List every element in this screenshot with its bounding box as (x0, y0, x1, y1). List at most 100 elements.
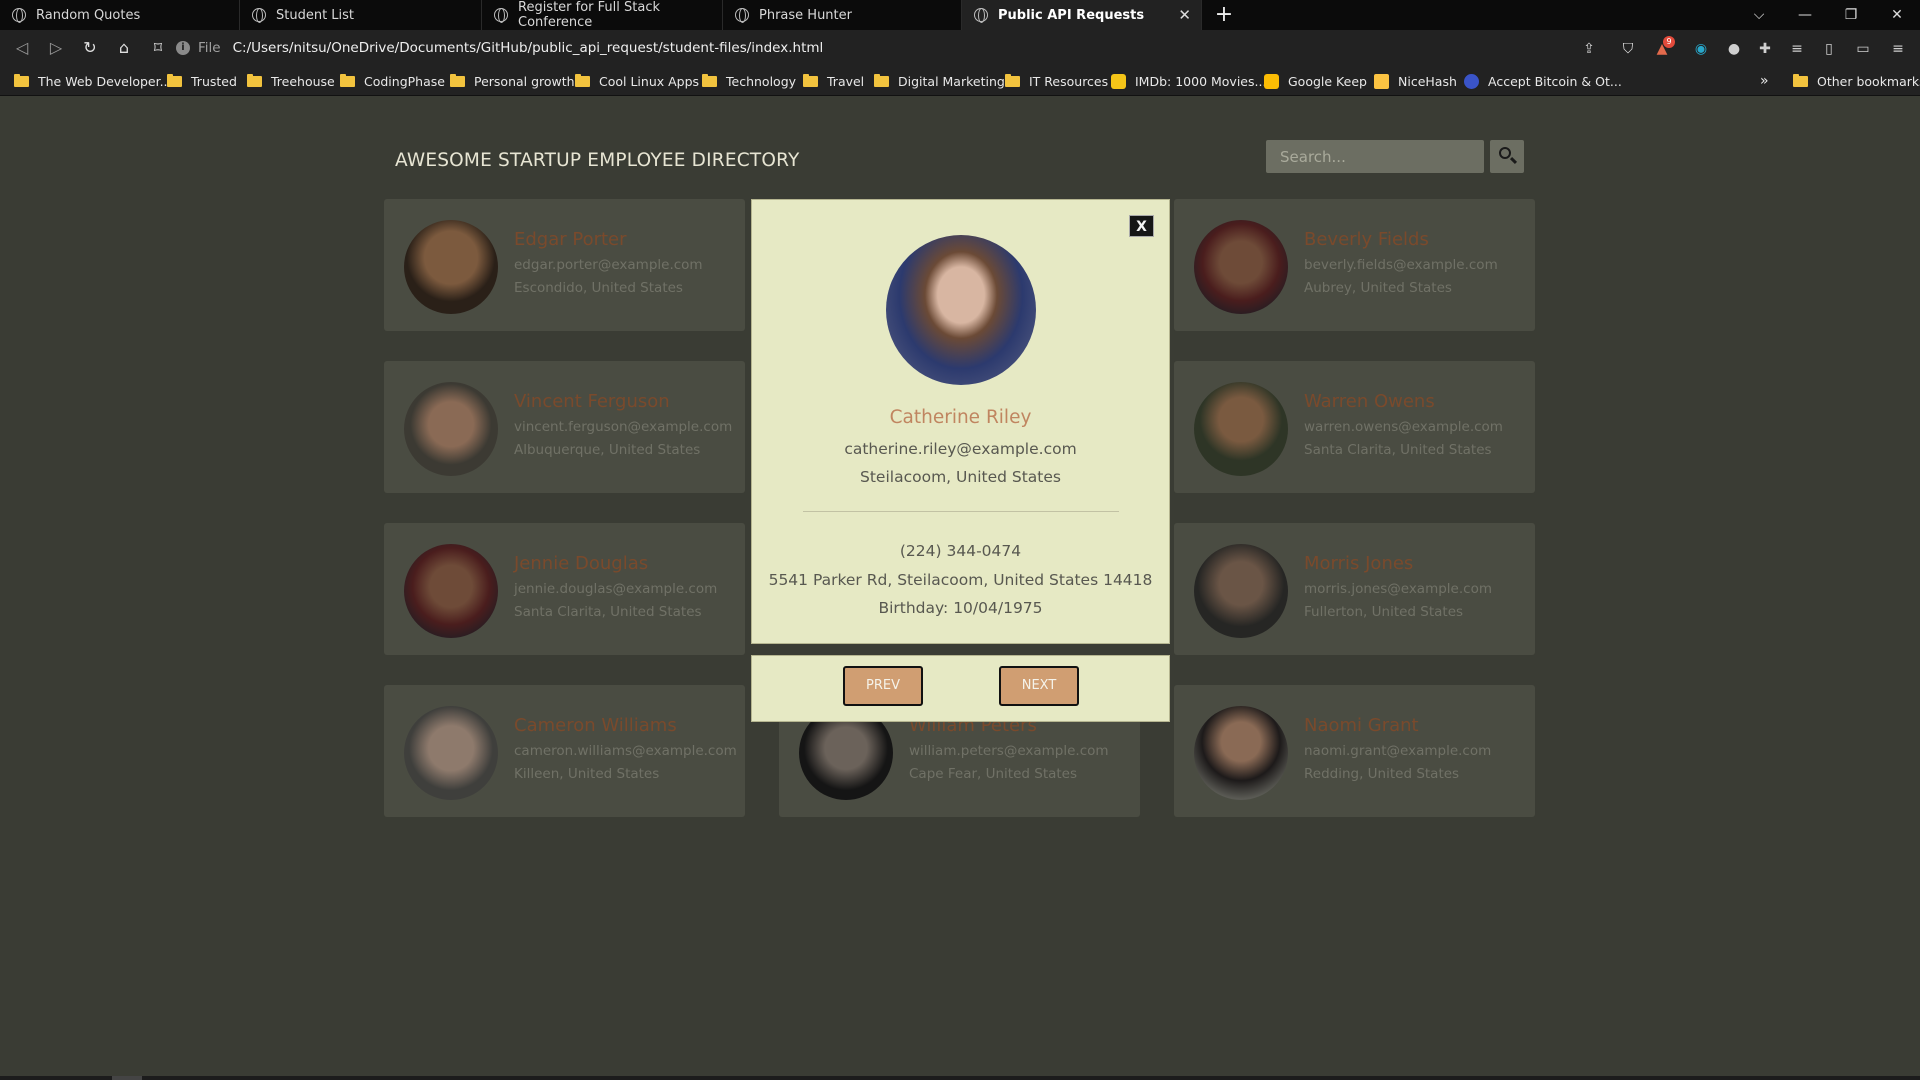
bookmark-label: CodingPhase (364, 73, 445, 89)
employee-card[interactable]: Cameron Williams cameron.williams@exampl… (384, 685, 745, 817)
avatar (1194, 382, 1288, 476)
employee-name: Naomi Grant (1304, 715, 1419, 736)
tab-student-list[interactable]: Student List (240, 0, 482, 30)
bookmark-label: IT Resources (1029, 73, 1109, 89)
bookmark-label: Other bookmarks (1817, 73, 1920, 89)
employee-card[interactable]: Warren Owens warren.owens@example.com Sa… (1174, 361, 1535, 493)
nicehash-icon (1374, 73, 1389, 89)
modal-email: catherine.riley@example.com (844, 440, 1077, 458)
browser-tab-strip: Random Quotes Student List Register for … (0, 0, 1920, 30)
brave-shield-icon[interactable]: ⛉ (1617, 38, 1639, 60)
extension-circle-icon[interactable]: ● (1723, 38, 1745, 60)
employee-card[interactable]: Edgar Porter edgar.porter@example.com Es… (384, 199, 745, 331)
folder-icon (340, 73, 355, 87)
prev-button[interactable]: PREV (843, 666, 923, 706)
modal-avatar (886, 235, 1036, 385)
bookmark-label: The Web Developer... (38, 73, 172, 89)
bookmark-codingphase[interactable]: CodingPhase (340, 66, 445, 96)
bookmark-treehouse[interactable]: Treehouse (247, 66, 335, 96)
employee-card[interactable]: Naomi Grant naomi.grant@example.com Redd… (1174, 685, 1535, 817)
employee-email: morris.jones@example.com (1304, 581, 1492, 597)
bookmark-label: Accept Bitcoin & Ot... (1488, 73, 1622, 89)
tab-search-dropdown-icon[interactable]: ⌵ (1736, 0, 1782, 30)
notification-badge: 9 (1663, 36, 1675, 48)
bookmark-label: Treehouse (271, 73, 335, 89)
minimize-button[interactable]: — (1782, 0, 1828, 30)
bookmark-accept-bitcoin[interactable]: Accept Bitcoin & Ot... (1464, 66, 1622, 96)
employee-card[interactable]: Beverly Fields beverly.fields@example.co… (1174, 199, 1535, 331)
employee-email: jennie.douglas@example.com (514, 581, 718, 597)
folder-icon (167, 73, 182, 87)
bookmark-it-resources[interactable]: IT Resources (1005, 66, 1108, 96)
search-button[interactable] (1490, 140, 1524, 173)
tab-label: Register for Full Stack Conference (518, 0, 661, 30)
next-button[interactable]: NEXT (999, 666, 1079, 706)
modal-close-button[interactable]: X (1129, 215, 1154, 237)
employee-name: Jennie Douglas (514, 553, 649, 574)
employee-location: Redding, United States (1304, 766, 1460, 782)
bookmark-label: Google Keep (1288, 73, 1367, 89)
url-scheme-label: File (198, 40, 221, 56)
bookmark-nicehash[interactable]: NiceHash (1374, 66, 1457, 96)
employee-email: william.peters@example.com (909, 743, 1109, 759)
globe-icon (252, 8, 266, 23)
folder-icon (14, 73, 29, 87)
info-icon[interactable]: i (176, 41, 190, 55)
reading-list-icon[interactable]: ≡ (1786, 38, 1808, 60)
bookmark-travel[interactable]: Travel (803, 66, 864, 96)
avatar (1194, 220, 1288, 314)
extensions-puzzle-icon[interactable]: ✚ (1754, 38, 1776, 60)
employee-name: Morris Jones (1304, 553, 1414, 574)
search-input[interactable] (1266, 140, 1484, 173)
employee-name: Edgar Porter (514, 229, 627, 250)
url-text[interactable]: C:/Users/nitsu/OneDrive/Documents/GitHub… (233, 40, 824, 56)
employee-location: Cape Fear, United States (909, 766, 1078, 782)
other-bookmarks[interactable]: Other bookmarks (1793, 66, 1920, 96)
imdb-icon (1111, 73, 1126, 89)
home-icon[interactable]: ⌂ (108, 32, 140, 64)
modal-birthday: Birthday: 10/04/1975 (878, 599, 1043, 617)
avatar (404, 706, 498, 800)
forward-icon[interactable]: ▷ (40, 32, 72, 64)
modal-button-bar: PREV NEXT (751, 655, 1170, 722)
employee-card[interactable]: Vincent Ferguson vincent.ferguson@exampl… (384, 361, 745, 493)
bookmark-imdb[interactable]: IMDb: 1000 Movies... (1111, 66, 1266, 96)
employee-location: Santa Clarita, United States (1304, 442, 1492, 458)
new-tab-button[interactable]: + (1212, 0, 1236, 30)
folder-icon (1793, 73, 1808, 87)
modal-divider (803, 511, 1119, 512)
bookmark-icon[interactable]: ⌑ (142, 32, 174, 64)
folder-icon (1005, 73, 1020, 87)
menu-icon[interactable]: ≡ (1887, 38, 1909, 60)
extension-vpn-icon[interactable]: ◉ (1690, 38, 1712, 60)
bookmark-label: Technology (726, 73, 797, 89)
employee-card[interactable]: Morris Jones morris.jones@example.com Fu… (1174, 523, 1535, 655)
bookmark-trusted[interactable]: Trusted (167, 66, 237, 96)
employee-modal: X Catherine Riley catherine.riley@exampl… (751, 199, 1170, 644)
tab-phrase-hunter[interactable]: Phrase Hunter (723, 0, 962, 30)
bookmarks-bar: The Web Developer... Trusted Treehouse C… (0, 66, 1920, 96)
wallet-icon[interactable]: ▭ (1852, 38, 1874, 60)
bookmark-cool-linux-apps[interactable]: Cool Linux Apps (575, 66, 699, 96)
address-bar[interactable]: i File C:/Users/nitsu/OneDrive/Documents… (176, 34, 1596, 62)
bookmark-personal-growth[interactable]: Personal growth (450, 66, 575, 96)
tab-public-api-requests[interactable]: Public API Requests ✕ (962, 0, 1202, 30)
bookmark-technology[interactable]: Technology (702, 66, 796, 96)
bookmarks-overflow-icon[interactable]: » (1760, 66, 1769, 96)
employee-card[interactable]: Jennie Douglas jennie.douglas@example.co… (384, 523, 745, 655)
tab-register-conference[interactable]: Register for Full Stack Conference (482, 0, 723, 30)
restore-button[interactable]: ❐ (1828, 0, 1874, 30)
bookmark-digital-marketing[interactable]: Digital Marketing (874, 66, 1005, 96)
window-close-button[interactable]: ✕ (1874, 0, 1920, 30)
bookmark-web-developer[interactable]: The Web Developer... (14, 66, 172, 96)
bottom-scrollbar[interactable] (0, 1076, 1920, 1080)
share-icon[interactable]: ⇪ (1578, 38, 1600, 60)
sidebar-icon[interactable]: ▯ (1818, 38, 1840, 60)
reload-icon[interactable]: ↻ (74, 32, 106, 64)
tab-random-quotes[interactable]: Random Quotes (0, 0, 240, 30)
close-tab-icon[interactable]: ✕ (1178, 6, 1191, 24)
bookmark-google-keep[interactable]: Google Keep (1264, 66, 1367, 96)
employee-location: Fullerton, United States (1304, 604, 1464, 620)
back-icon[interactable]: ◁ (6, 32, 38, 64)
employee-email: edgar.porter@example.com (514, 257, 703, 273)
